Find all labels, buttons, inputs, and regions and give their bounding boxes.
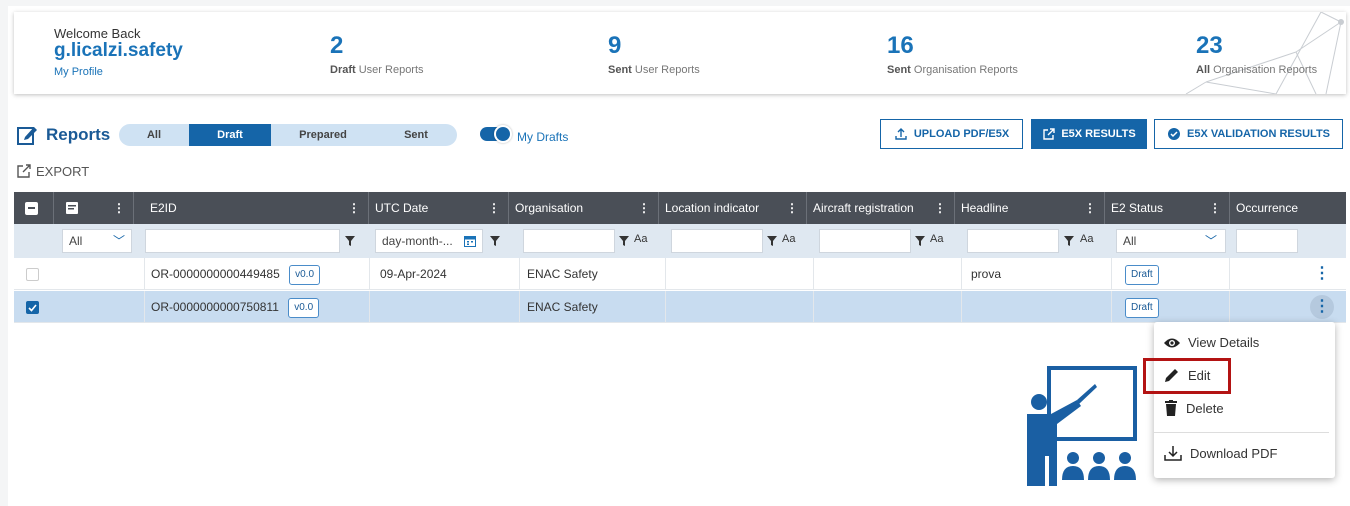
type-filter-select[interactable]: All ﹀ bbox=[62, 229, 132, 253]
export-button[interactable]: EXPORT bbox=[16, 163, 89, 179]
match-case-toggle[interactable]: Aa bbox=[1080, 233, 1093, 245]
version-badge: v0.0 bbox=[289, 264, 321, 285]
welcome-text: Welcome Back bbox=[54, 26, 141, 41]
upload-icon bbox=[895, 128, 907, 140]
organisation-value: ENAC Safety bbox=[527, 267, 598, 281]
reports-edit-icon bbox=[17, 127, 37, 145]
row-actions-menu-icon[interactable]: ⋮ bbox=[1310, 262, 1334, 286]
check-circle-icon bbox=[1167, 128, 1180, 140]
upload-pdf-e5x-button[interactable]: UPLOAD PDF/E5X bbox=[880, 119, 1023, 149]
e2id-value: OR-0000000000750811 bbox=[151, 300, 279, 314]
match-case-toggle[interactable]: Aa bbox=[930, 233, 943, 245]
reports-title: Reports bbox=[46, 125, 111, 144]
column-utc-date[interactable]: UTC Date ⋮ bbox=[369, 192, 509, 224]
column-menu-icon[interactable]: ⋮ bbox=[488, 192, 500, 224]
stat-sent-user-reports: 9 Sent User Reports bbox=[608, 32, 700, 77]
date-filter-input[interactable]: day-month-... bbox=[375, 229, 483, 253]
column-e2id[interactable]: E2ID ⋮ bbox=[144, 192, 369, 224]
status-badge: Draft bbox=[1125, 264, 1159, 285]
utc-date-value: 09-Apr-2024 bbox=[380, 267, 447, 281]
trash-icon bbox=[1165, 400, 1177, 416]
headline-filter-input[interactable] bbox=[967, 229, 1059, 253]
column-headline[interactable]: Headline ⋮ bbox=[955, 192, 1105, 224]
select-all-column bbox=[14, 192, 54, 224]
e5x-validation-results-button[interactable]: E5X VALIDATION RESULTS bbox=[1154, 119, 1343, 149]
my-profile-link[interactable]: My Profile bbox=[54, 66, 103, 78]
menu-item-delete[interactable]: Delete bbox=[1164, 400, 1224, 416]
column-menu-icon[interactable]: ⋮ bbox=[348, 192, 360, 224]
match-case-toggle[interactable]: Aa bbox=[634, 233, 647, 245]
report-status-filter: All Draft Prepared Sent bbox=[119, 124, 457, 146]
column-menu-icon[interactable]: ⋮ bbox=[1209, 192, 1221, 224]
filter-all[interactable]: All bbox=[119, 124, 189, 146]
column-aircraft-registration[interactable]: Aircraft registration ⋮ bbox=[807, 192, 955, 224]
aircraft-filter-input[interactable] bbox=[819, 229, 911, 253]
column-menu-icon[interactable]: ⋮ bbox=[638, 192, 650, 224]
filter-icon[interactable] bbox=[345, 236, 355, 246]
column-organisation[interactable]: Organisation ⋮ bbox=[509, 192, 659, 224]
filter-icon[interactable] bbox=[767, 236, 777, 246]
row-actions-menu-icon[interactable]: ⋮ bbox=[1310, 295, 1334, 319]
e2id-value: OR-0000000000449485 bbox=[151, 267, 280, 281]
filter-icon[interactable] bbox=[1064, 236, 1074, 246]
column-menu-icon[interactable]: ⋮ bbox=[1084, 192, 1096, 224]
location-filter-input[interactable] bbox=[671, 229, 763, 253]
export-icon bbox=[17, 164, 31, 178]
menu-divider bbox=[1154, 432, 1329, 433]
filter-sent[interactable]: Sent bbox=[375, 124, 457, 146]
status-filter-select[interactable]: All ﹀ bbox=[1116, 229, 1226, 253]
organisation-value: ENAC Safety bbox=[527, 300, 598, 314]
stat-sent-organisation-reports: 16 Sent Organisation Reports bbox=[887, 32, 1018, 77]
eye-icon bbox=[1164, 338, 1180, 347]
download-icon bbox=[1164, 446, 1182, 461]
menu-item-view-details[interactable]: View Details bbox=[1164, 335, 1259, 350]
column-menu-icon[interactable]: ⋮ bbox=[786, 192, 798, 224]
table-row[interactable]: OR-0000000000750811 v0.0 ENAC Safety Dra… bbox=[14, 291, 1346, 323]
note-icon bbox=[66, 202, 78, 214]
filter-icon[interactable] bbox=[619, 236, 629, 246]
filter-draft[interactable]: Draft bbox=[189, 124, 271, 146]
match-case-toggle[interactable]: Aa bbox=[782, 233, 795, 245]
calendar-icon[interactable] bbox=[464, 235, 476, 247]
menu-item-download-pdf[interactable]: Download PDF bbox=[1164, 445, 1277, 461]
e2id-filter-input[interactable] bbox=[145, 229, 340, 253]
edit-highlight-box bbox=[1143, 358, 1231, 394]
table-header: ⋮ E2ID ⋮ UTC Date ⋮ Organisation ⋮ Location… bbox=[14, 192, 1346, 224]
select-all-checkbox[interactable] bbox=[25, 202, 38, 215]
column-occurrence[interactable]: Occurrence bbox=[1230, 192, 1302, 224]
filter-prepared[interactable]: Prepared bbox=[271, 124, 375, 146]
filter-icon[interactable] bbox=[490, 236, 500, 246]
row-context-menu: View Details Edit Delete Download PDF bbox=[1154, 322, 1335, 478]
e5x-results-button[interactable]: E5X RESULTS bbox=[1031, 119, 1147, 149]
stats-header: Welcome Back g.licalzi.safety My Profile… bbox=[14, 12, 1346, 94]
organisation-filter-input[interactable] bbox=[523, 229, 615, 253]
column-menu-icon[interactable]: ⋮ bbox=[113, 192, 125, 224]
column-location-indicator[interactable]: Location indicator ⋮ bbox=[659, 192, 807, 224]
stat-draft-user-reports: 2 Draft User Reports bbox=[330, 32, 424, 77]
my-drafts-toggle[interactable] bbox=[480, 125, 512, 143]
stat-all-organisation-reports: 23 All Organisation Reports bbox=[1196, 32, 1318, 77]
version-badge: v0.0 bbox=[288, 297, 320, 318]
filter-icon[interactable] bbox=[915, 236, 925, 246]
column-e2-status[interactable]: E2 Status ⋮ bbox=[1105, 192, 1230, 224]
column-menu-icon[interactable]: ⋮ bbox=[934, 192, 946, 224]
checkmark-icon bbox=[28, 304, 37, 312]
headline-value: prova bbox=[971, 267, 1002, 281]
teacher-presentation-icon bbox=[1027, 366, 1137, 486]
filter-row: All ﹀ day-month-... Aa Aa Aa Aa All ﹀ bbox=[14, 224, 1346, 258]
table-row[interactable]: OR-0000000000449485 v0.0 09-Apr-2024 ENA… bbox=[14, 258, 1346, 290]
external-link-icon bbox=[1043, 127, 1056, 140]
row-checkbox[interactable] bbox=[26, 268, 39, 281]
my-drafts-label: My Drafts bbox=[517, 130, 569, 144]
type-column: ⋮ bbox=[54, 192, 134, 224]
occurrence-filter-input[interactable] bbox=[1236, 229, 1298, 253]
username: g.licalzi.safety bbox=[54, 40, 183, 61]
row-checkbox[interactable] bbox=[26, 301, 39, 314]
status-badge: Draft bbox=[1125, 297, 1159, 318]
